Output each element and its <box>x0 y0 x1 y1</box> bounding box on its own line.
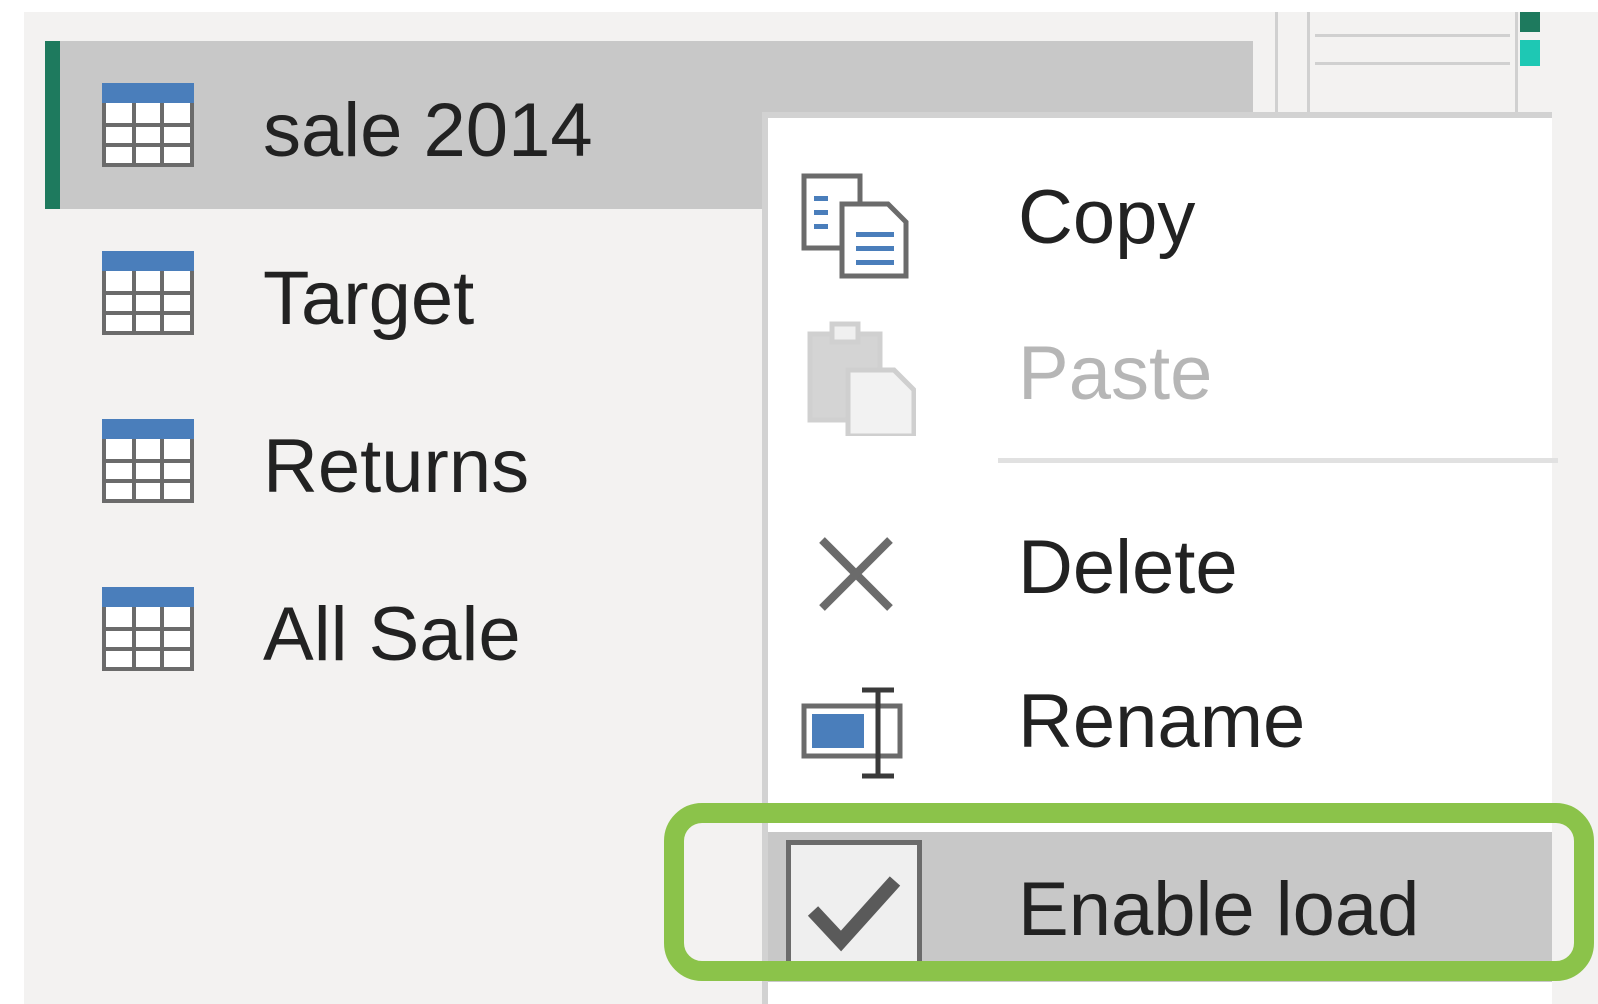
menu-item-delete[interactable]: Delete <box>768 488 1552 638</box>
menu-item-copy[interactable]: Copy <box>768 138 1552 288</box>
table-icon <box>102 587 194 671</box>
table-icon <box>102 83 194 167</box>
rename-icon <box>801 687 903 779</box>
accent-marker <box>1520 12 1540 32</box>
menu-item-label: Paste <box>1018 331 1213 416</box>
accent-marker-secondary <box>1520 40 1540 66</box>
table-icon <box>102 419 194 503</box>
menu-separator <box>998 458 1558 463</box>
paste-icon <box>807 321 916 436</box>
query-label: Returns <box>263 424 530 509</box>
context-menu: Copy Paste Delete Rename Enable load <box>762 112 1558 1004</box>
delete-icon <box>819 537 893 611</box>
selection-indicator <box>45 41 60 209</box>
menu-item-paste[interactable]: Paste <box>768 294 1552 444</box>
menu-item-label: Rename <box>1018 679 1306 764</box>
menu-item-rename[interactable]: Rename <box>768 642 1552 792</box>
enable-load-checkbox[interactable] <box>786 840 922 970</box>
menu-item-label: Enable load <box>1018 867 1420 952</box>
menu-item-label: Copy <box>1018 175 1196 260</box>
check-icon <box>807 876 901 952</box>
menu-item-label: Delete <box>1018 525 1238 610</box>
copy-icon <box>801 173 909 279</box>
query-label: All Sale <box>263 592 521 677</box>
menu-item-enable-load[interactable]: Enable load <box>768 832 1552 982</box>
top-right-grid <box>1255 12 1540 112</box>
table-icon <box>102 251 194 335</box>
query-label: sale 2014 <box>263 88 593 173</box>
query-label: Target <box>263 256 475 341</box>
